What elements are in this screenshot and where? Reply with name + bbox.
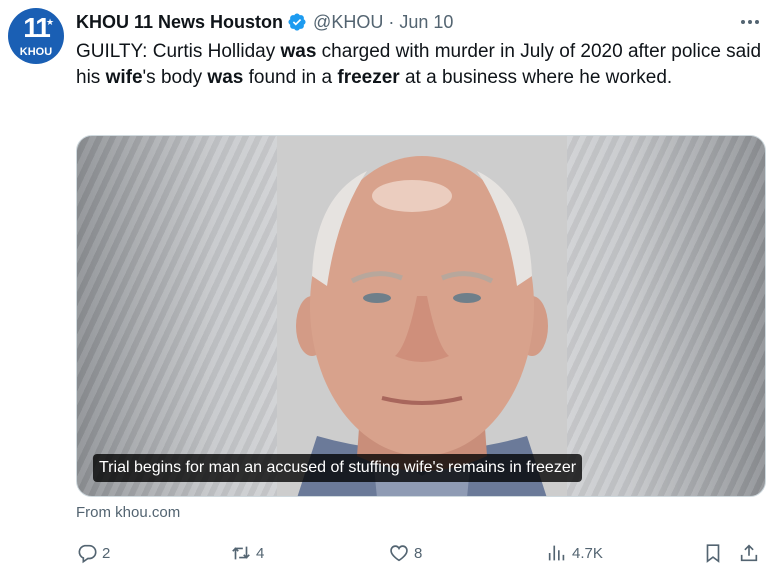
action-bar: 2 4 8 4.7K xyxy=(0,538,780,568)
repost-count: 4 xyxy=(256,544,265,562)
card-caption: Trial begins for man an accused of stuff… xyxy=(93,454,583,482)
bookmark-button[interactable] xyxy=(702,538,728,568)
highlighted-word: wife xyxy=(105,67,143,88)
tweet-text-segment: found in a xyxy=(243,67,338,88)
like-icon xyxy=(390,545,408,562)
star-icon: ★ xyxy=(46,17,55,27)
link-card[interactable]: Trial begins for man an accused of stuff… xyxy=(76,135,766,497)
reply-icon xyxy=(78,544,97,564)
verified-badge-icon xyxy=(287,12,307,32)
tweet-text-segment: at a business where he worked. xyxy=(399,67,673,88)
repost-button[interactable]: 4 xyxy=(230,538,264,568)
reply-button[interactable]: 2 xyxy=(76,538,110,568)
bookmark-icon xyxy=(706,544,720,563)
more-options-icon[interactable] xyxy=(738,14,762,30)
card-source[interactable]: From khou.com xyxy=(76,504,180,521)
avatar-callsign: KHOU xyxy=(19,46,53,58)
tweet-text: GUILTY: Curtis Holliday was charged with… xyxy=(76,39,766,91)
share-icon xyxy=(740,544,758,562)
avatar[interactable]: 11 ★ KHOU xyxy=(8,8,64,64)
tweet-text-segment: GUILTY: Curtis Holliday xyxy=(76,41,281,62)
highlighted-word: was xyxy=(280,41,317,62)
highlighted-word: freezer xyxy=(337,67,400,88)
share-button[interactable] xyxy=(738,538,764,568)
mugshot-photo xyxy=(277,136,567,496)
tweet-text-segment: 's body xyxy=(142,67,208,88)
reply-count: 2 xyxy=(102,544,111,562)
highlighted-word: was xyxy=(207,67,244,88)
like-count: 8 xyxy=(414,544,423,562)
repost-icon xyxy=(232,546,250,560)
separator-dot: · xyxy=(388,11,395,32)
tweet-header: KHOU 11 News Houston @KHOU · Jun 10 xyxy=(76,10,453,34)
avatar-number: 11 xyxy=(23,12,51,43)
author-handle[interactable]: @KHOU xyxy=(313,12,383,33)
views-icon xyxy=(548,545,565,561)
like-button[interactable]: 8 xyxy=(388,538,422,568)
post-date[interactable]: Jun 10 xyxy=(399,12,453,33)
view-count: 4.7K xyxy=(572,544,603,562)
author-name[interactable]: KHOU 11 News Houston xyxy=(76,12,283,33)
views-button[interactable]: 4.7K xyxy=(546,538,603,568)
